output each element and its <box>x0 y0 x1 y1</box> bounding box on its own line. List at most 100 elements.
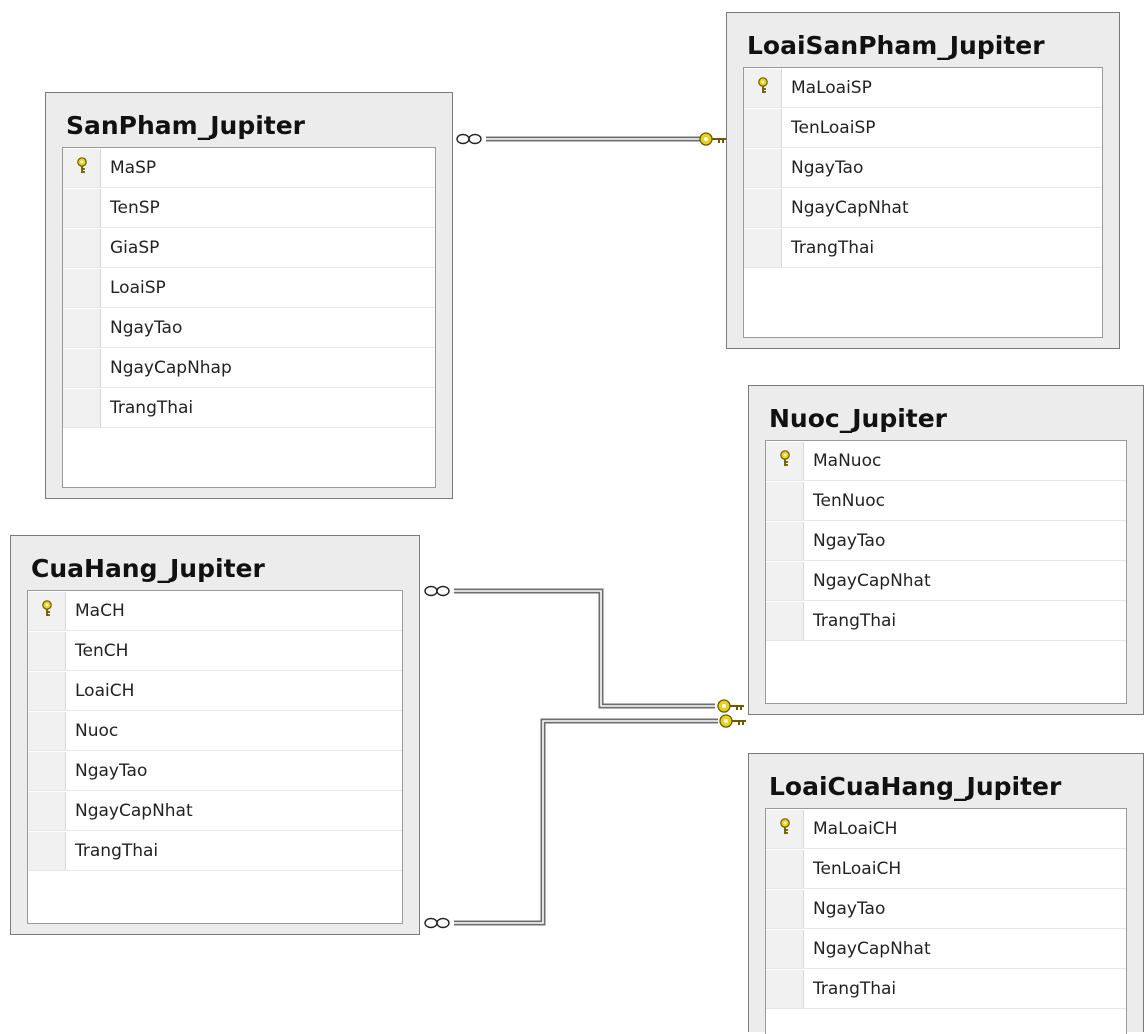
column-name: TenLoaiSP <box>791 117 876 138</box>
row-selector[interactable] <box>766 441 804 480</box>
column-name: LoaiSP <box>110 277 166 298</box>
column-row[interactable]: MaLoaiCH <box>766 809 1126 849</box>
column-name: TrangThai <box>813 610 897 631</box>
row-selector[interactable] <box>63 148 101 187</box>
row-selector[interactable] <box>744 188 782 227</box>
row-selector[interactable] <box>766 809 804 848</box>
key-icon <box>699 132 726 146</box>
column-row[interactable]: MaCH <box>28 591 402 631</box>
column-row[interactable]: LoaiSP <box>63 268 435 308</box>
primary-key-icon <box>40 600 54 621</box>
column-name: NgayCapNhat <box>813 570 931 591</box>
column-row[interactable]: TrangThai <box>28 831 402 871</box>
row-selector[interactable] <box>63 228 101 267</box>
column-name: MaCH <box>75 600 125 621</box>
column-name: GiaSP <box>110 237 160 258</box>
row-selector[interactable] <box>28 631 66 670</box>
infinity-icon <box>456 133 482 145</box>
row-selector[interactable] <box>766 601 804 640</box>
row-selector[interactable] <box>63 268 101 307</box>
row-selector[interactable] <box>744 68 782 107</box>
column-row[interactable]: TenLoaiCH <box>766 849 1126 889</box>
column-row[interactable]: TrangThai <box>744 228 1102 268</box>
row-selector[interactable] <box>28 751 66 790</box>
column-row[interactable]: NgayCapNhap <box>63 348 435 388</box>
column-row[interactable]: TenLoaiSP <box>744 108 1102 148</box>
infinity-icon <box>424 585 450 597</box>
column-row[interactable]: NgayCapNhat <box>766 561 1126 601</box>
column-row[interactable]: TrangThai <box>766 601 1126 641</box>
table-title: SanPham_Jupiter <box>66 111 306 140</box>
row-selector[interactable] <box>744 228 782 267</box>
row-selector[interactable] <box>766 969 804 1008</box>
column-name: LoaiCH <box>75 680 135 701</box>
row-selector[interactable] <box>766 889 804 928</box>
row-selector[interactable] <box>28 711 66 750</box>
table-title: Nuoc_Jupiter <box>769 404 948 433</box>
column-name: NgayCapNhat <box>813 938 931 959</box>
row-selector[interactable] <box>63 308 101 347</box>
table-cuahang[interactable]: CuaHang_Jupiter MaCH TenCH LoaiCH Nuoc NgayT… <box>10 535 420 935</box>
column-list: MaLoaiSP TenLoaiSP NgayTao NgayCapNhat Trang… <box>743 67 1103 338</box>
column-row[interactable]: GiaSP <box>63 228 435 268</box>
column-name: TenSP <box>110 197 160 218</box>
row-selector[interactable] <box>766 561 804 600</box>
table-loaicuahang[interactable]: LoaiCuaHang_Jupiter MaLoaiCH TenLoaiCH Nga… <box>748 753 1144 1034</box>
row-selector[interactable] <box>28 831 66 870</box>
row-selector[interactable] <box>63 388 101 427</box>
row-selector[interactable] <box>744 108 782 147</box>
column-row[interactable]: LoaiCH <box>28 671 402 711</box>
column-name: MaNuoc <box>813 450 882 471</box>
column-name: TenCH <box>75 640 129 661</box>
column-name: MaSP <box>110 157 157 178</box>
column-name: TenLoaiCH <box>813 858 902 879</box>
column-name: NgayTao <box>75 760 148 781</box>
column-row[interactable]: Nuoc <box>28 711 402 751</box>
column-name: TrangThai <box>791 237 875 258</box>
column-row[interactable]: TenSP <box>63 188 435 228</box>
row-selector[interactable] <box>744 148 782 187</box>
row-selector[interactable] <box>28 671 66 710</box>
column-row[interactable]: NgayTao <box>766 889 1126 929</box>
diagram-canvas: SanPham_Jupiter MaSP TenSP GiaSP LoaiSP Ngay… <box>0 0 1144 1034</box>
column-row[interactable]: MaSP <box>63 148 435 188</box>
column-name: MaLoaiCH <box>813 818 898 839</box>
row-selector[interactable] <box>766 849 804 888</box>
row-selector[interactable] <box>63 348 101 387</box>
row-selector[interactable] <box>766 481 804 520</box>
row-selector[interactable] <box>28 791 66 830</box>
row-selector[interactable] <box>63 188 101 227</box>
column-name: NgayCapNhat <box>75 800 193 821</box>
column-name: MaLoaiSP <box>791 77 872 98</box>
column-name: NgayCapNhap <box>110 357 232 378</box>
row-selector[interactable] <box>766 929 804 968</box>
table-loaisanpham[interactable]: LoaiSanPham_Jupiter MaLoaiSP TenLoaiSP Nga… <box>726 12 1120 349</box>
column-row[interactable]: MaNuoc <box>766 441 1126 481</box>
row-selector[interactable] <box>28 591 66 630</box>
column-row[interactable]: NgayTao <box>766 521 1126 561</box>
link-cuahang-nuoc[interactable] <box>454 588 715 709</box>
column-list: MaNuoc TenNuoc NgayTao NgayCapNhat TrangThai <box>765 440 1127 704</box>
column-name: NgayTao <box>110 317 183 338</box>
column-row[interactable]: NgayCapNhat <box>766 929 1126 969</box>
column-row[interactable]: NgayTao <box>28 751 402 791</box>
column-name: NgayTao <box>813 898 886 919</box>
column-row[interactable]: TenNuoc <box>766 481 1126 521</box>
table-sanpham[interactable]: SanPham_Jupiter MaSP TenSP GiaSP LoaiSP Ngay… <box>45 92 453 499</box>
column-row[interactable]: TrangThai <box>766 969 1126 1009</box>
column-row[interactable]: TenCH <box>28 631 402 671</box>
link-cuahang-loaicuahang[interactable] <box>454 718 718 926</box>
column-row[interactable]: NgayTao <box>744 148 1102 188</box>
column-name: NgayTao <box>791 157 864 178</box>
primary-key-icon <box>756 77 770 98</box>
row-selector[interactable] <box>766 521 804 560</box>
column-row[interactable]: NgayCapNhat <box>28 791 402 831</box>
column-name: NgayTao <box>813 530 886 551</box>
column-row[interactable]: NgayTao <box>63 308 435 348</box>
table-title: CuaHang_Jupiter <box>31 554 265 583</box>
column-row[interactable]: NgayCapNhat <box>744 188 1102 228</box>
column-row[interactable]: TrangThai <box>63 388 435 428</box>
table-nuoc[interactable]: Nuoc_Jupiter MaNuoc TenNuoc NgayTao NgayCap… <box>748 385 1144 715</box>
column-list: MaLoaiCH TenLoaiCH NgayTao NgayCapNhat Trang… <box>765 808 1127 1034</box>
column-row[interactable]: MaLoaiSP <box>744 68 1102 108</box>
